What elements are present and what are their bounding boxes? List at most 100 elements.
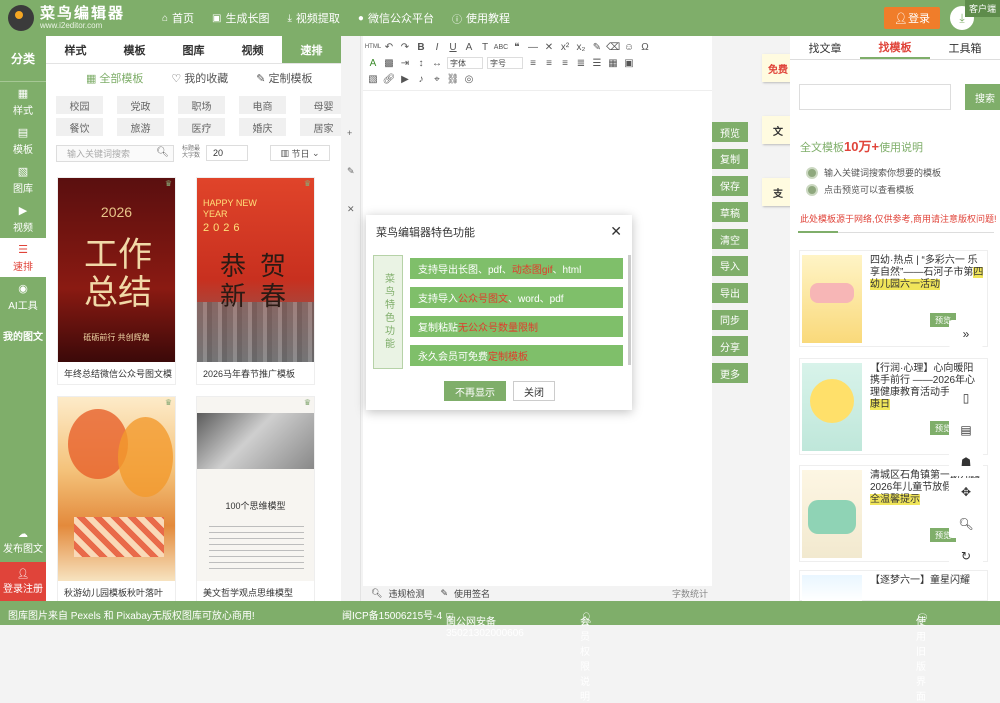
- tab-toolbox[interactable]: 工具箱: [930, 36, 1000, 59]
- double-chevron-icon[interactable]: »: [949, 320, 983, 348]
- copy-button[interactable]: 复制: [712, 148, 748, 169]
- clear-button[interactable]: 清空: [712, 229, 748, 250]
- format-painter-icon[interactable]: ✎: [591, 41, 603, 53]
- html-icon[interactable]: HTML: [365, 41, 381, 53]
- bold-icon[interactable]: B: [415, 41, 427, 53]
- video-icon[interactable]: ▶: [399, 73, 411, 85]
- signature-button[interactable]: 使用签名: [454, 587, 490, 600]
- tab-style[interactable]: 样式: [46, 36, 105, 63]
- link-icon[interactable]: 🔗︎: [383, 73, 396, 85]
- nav-home[interactable]: ⌂ 首页: [162, 10, 194, 26]
- tag-item[interactable]: 婚庆: [239, 118, 286, 136]
- align-right-icon[interactable]: ≡: [559, 57, 571, 69]
- preview-button[interactable]: 预览: [712, 122, 748, 142]
- table-icon[interactable]: ▦: [607, 57, 619, 69]
- tag-item[interactable]: 党政: [117, 96, 164, 114]
- share-button[interactable]: 分享: [712, 336, 748, 357]
- tag-item[interactable]: 职场: [178, 96, 225, 114]
- login-button[interactable]: 👤︎ 登录: [884, 7, 940, 29]
- right-search-input[interactable]: [799, 84, 951, 110]
- publish-article-button[interactable]: ☁ 发布图文: [0, 522, 46, 562]
- login-register-button[interactable]: 👤︎ 登录注册: [0, 562, 46, 601]
- list-icon[interactable]: ☰: [591, 57, 603, 69]
- nav-wechat[interactable]: ● 微信公众平台: [358, 10, 434, 26]
- emoji-icon[interactable]: ☺: [623, 41, 635, 53]
- text-icon[interactable]: T: [479, 41, 491, 53]
- unlink-icon[interactable]: ⛓: [447, 73, 460, 85]
- edit-icon[interactable]: ✎: [347, 166, 355, 177]
- leftnav-gallery[interactable]: ▧ 图库: [0, 160, 46, 199]
- right-template-card[interactable]: 【逐梦六一】童星闪耀: [799, 570, 988, 601]
- zoom-icon[interactable]: 🔍︎: [949, 510, 983, 538]
- tag-item[interactable]: 旅游: [117, 118, 164, 136]
- dont-show-again-button[interactable]: 不再显示: [444, 381, 506, 401]
- justify-icon[interactable]: ≣: [575, 57, 587, 69]
- clear-format-icon[interactable]: ✕: [543, 41, 555, 53]
- template-search-input[interactable]: 输入关键词搜索 🔍︎: [56, 144, 174, 162]
- leftnav-my-articles[interactable]: 我的图文: [0, 316, 46, 355]
- align-left-icon[interactable]: ≡: [527, 57, 539, 69]
- leftnav-style[interactable]: ▦ 样式: [0, 82, 46, 121]
- preview-icon[interactable]: ◎: [463, 73, 475, 85]
- import-button[interactable]: 导入: [712, 255, 748, 276]
- audio-icon[interactable]: ♪: [415, 73, 427, 85]
- image-icon[interactable]: ▣: [623, 57, 635, 69]
- more-button[interactable]: 更多: [712, 363, 748, 384]
- background-icon[interactable]: ▧: [367, 73, 379, 85]
- tab-template[interactable]: 模板: [105, 36, 164, 63]
- draft-button[interactable]: 草稿: [712, 202, 748, 223]
- underline-icon[interactable]: U: [447, 41, 459, 53]
- map-icon[interactable]: ⌖: [431, 73, 443, 85]
- redo-icon[interactable]: ↷: [399, 41, 411, 53]
- strike-icon[interactable]: ABC: [494, 41, 508, 53]
- template-card[interactable]: ♛ 秋游幼儿园模板秋叶落叶: [57, 396, 176, 604]
- tab-video[interactable]: 视频: [223, 36, 282, 63]
- expand-icon[interactable]: ✥: [949, 478, 983, 506]
- tab-find-template[interactable]: 找模板: [860, 36, 930, 59]
- font-size-select[interactable]: 字号: [487, 57, 523, 69]
- superscript-icon[interactable]: x²: [559, 41, 571, 53]
- template-card[interactable]: 2026 工作总结 砥砺前行 共创辉煌 ♛ 年终总结微信公众号图文模: [57, 177, 176, 385]
- logo[interactable]: 菜鸟编辑器 www.i2editor.com: [0, 5, 150, 31]
- template-card[interactable]: 100个思维模型 ♛ 美文哲学观点思维模型: [196, 396, 315, 604]
- clipboard-icon[interactable]: ▤: [949, 416, 983, 444]
- sync-button[interactable]: 同步: [712, 309, 748, 330]
- template-card[interactable]: HAPPY NEW YEAR 2026 恭贺新春 ♛ 2026马年春节推广模板: [196, 177, 315, 385]
- eraser-icon[interactable]: ⌫: [606, 41, 620, 53]
- tag-item[interactable]: 餐饮: [56, 118, 103, 136]
- align-center-icon[interactable]: ≡: [543, 57, 555, 69]
- letter-spacing-icon[interactable]: ↔: [431, 57, 443, 69]
- quote-icon[interactable]: ❝: [511, 41, 523, 53]
- map-icon[interactable]: ▯: [949, 384, 983, 412]
- tag-item[interactable]: 居家: [300, 118, 347, 136]
- subtab-all-templates[interactable]: ▦ 全部模板: [86, 70, 143, 86]
- refresh-icon[interactable]: ↻: [949, 542, 983, 570]
- violation-check-button[interactable]: 违规检测: [388, 587, 424, 600]
- plus-icon[interactable]: +: [347, 128, 352, 138]
- omega-icon[interactable]: Ω: [639, 41, 651, 53]
- bg-color-icon[interactable]: ▩: [383, 57, 395, 69]
- tag-item[interactable]: 母婴: [300, 96, 347, 114]
- tag-item[interactable]: 医疗: [178, 118, 225, 136]
- close-button[interactable]: 关闭: [513, 381, 555, 401]
- footer-icp[interactable]: 闽ICP备15006215号-4: [342, 607, 442, 622]
- leftnav-ai-tools[interactable]: ◉ AI工具: [0, 277, 46, 316]
- right-search-button[interactable]: 搜索: [965, 84, 1000, 110]
- align-icon[interactable]: A: [463, 41, 475, 53]
- font-family-select[interactable]: 字体: [447, 57, 483, 69]
- tag-item[interactable]: 电商: [239, 96, 286, 114]
- nav-video-extract[interactable]: ⤓ 视频提取: [288, 10, 340, 26]
- italic-icon[interactable]: I: [431, 41, 443, 53]
- hr-icon[interactable]: —: [527, 41, 539, 53]
- export-button[interactable]: 导出: [712, 282, 748, 303]
- subscript-icon[interactable]: x₂: [575, 41, 587, 53]
- tab-find-article[interactable]: 找文章: [790, 36, 860, 59]
- close-icon[interactable]: ✕: [610, 223, 622, 240]
- tag-item[interactable]: 校园: [56, 96, 103, 114]
- save-button[interactable]: 保存: [712, 175, 748, 196]
- max-title-input[interactable]: 20: [206, 145, 248, 161]
- search-icon[interactable]: 🔍︎: [156, 147, 169, 158]
- indent-icon[interactable]: ⇥: [399, 57, 411, 69]
- font-color-icon[interactable]: A: [367, 57, 379, 69]
- nav-tutorial[interactable]: ⓘ 使用教程: [452, 10, 510, 26]
